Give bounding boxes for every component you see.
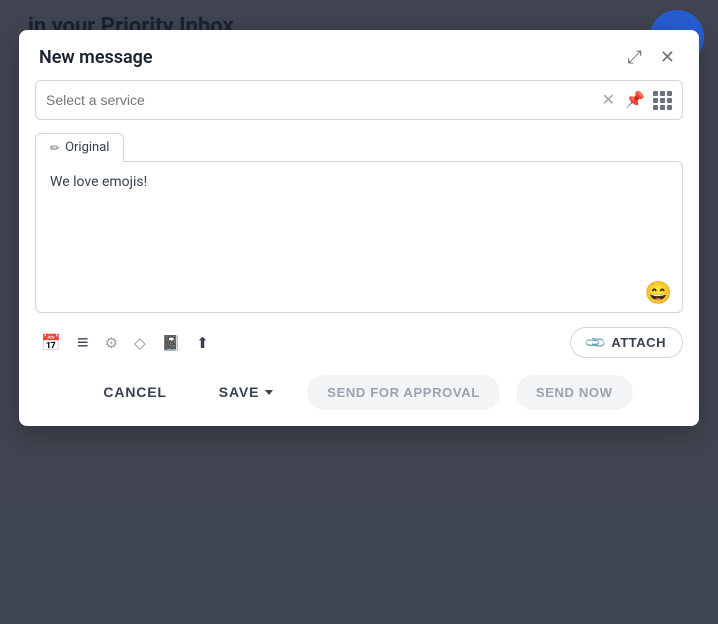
modal-footer: CANCEL SAVE SEND FOR APPROVAL SEND NOW (19, 366, 699, 414)
cancel-button[interactable]: CANCEL (85, 374, 184, 410)
gear-icon: ⚙ (105, 334, 118, 352)
send-now-button[interactable]: SEND NOW (516, 375, 633, 410)
modal-header-actions: ⤢ ✕ (624, 46, 680, 68)
tab-original[interactable]: ✏ Original (35, 133, 124, 162)
modal-header: New message ⤢ ✕ (19, 30, 699, 80)
save-label: SAVE (219, 384, 259, 400)
service-select-row: ✕ 📌 (35, 80, 683, 120)
pin-service-button[interactable]: 📌 (623, 88, 647, 112)
tag-tool-button[interactable]: ◇ (128, 330, 152, 356)
save-button[interactable]: SAVE (201, 374, 291, 410)
tag-icon: ◇ (134, 334, 146, 352)
clear-service-button[interactable]: ✕ (600, 88, 617, 112)
message-textarea[interactable] (36, 162, 682, 272)
tab-original-label: Original (65, 140, 109, 155)
attach-label: ATTACH (611, 335, 666, 350)
service-select-input[interactable] (46, 92, 600, 108)
book-icon: 📓 (162, 334, 181, 352)
calendar-tool-button[interactable]: 📅 (35, 329, 67, 357)
new-message-modal: New message ⤢ ✕ ✕ 📌 (19, 30, 699, 426)
grid-icon[interactable] (653, 91, 672, 110)
paperclip-icon: 📎 (584, 330, 609, 355)
service-actions: ✕ 📌 (600, 88, 672, 112)
send-for-approval-button[interactable]: SEND FOR APPROVAL (307, 375, 500, 410)
upload-tool-button[interactable]: ⬆ (190, 330, 215, 356)
list-icon: ≡ (77, 333, 89, 353)
toolbar-row: 📅 ≡ ⚙ ◇ 📓 ⬆ (35, 323, 683, 366)
modal-title: New message (39, 47, 153, 68)
book-tool-button[interactable]: 📓 (156, 330, 187, 356)
attach-button[interactable]: 📎 ATTACH (570, 327, 683, 358)
expand-icon[interactable]: ⤢ (624, 46, 646, 68)
emoji-button[interactable]: 😄 (645, 280, 672, 306)
toolbar-icons: 📅 ≡ ⚙ ◇ 📓 ⬆ (35, 329, 215, 357)
tab-bar: ✏ Original (35, 132, 683, 161)
close-icon[interactable]: ✕ (656, 46, 679, 68)
upload-icon: ⬆ (196, 334, 209, 352)
save-chevron-icon (265, 390, 273, 395)
message-area-wrapper: 😄 (35, 161, 683, 313)
modal-body: ✕ 📌 (19, 80, 699, 366)
calendar-icon: 📅 (41, 333, 61, 353)
pencil-icon: ✏ (50, 141, 60, 155)
emoji-row: 😄 (36, 276, 682, 312)
gear-tool-button[interactable]: ⚙ (99, 330, 124, 356)
list-tool-button[interactable]: ≡ (71, 329, 95, 357)
